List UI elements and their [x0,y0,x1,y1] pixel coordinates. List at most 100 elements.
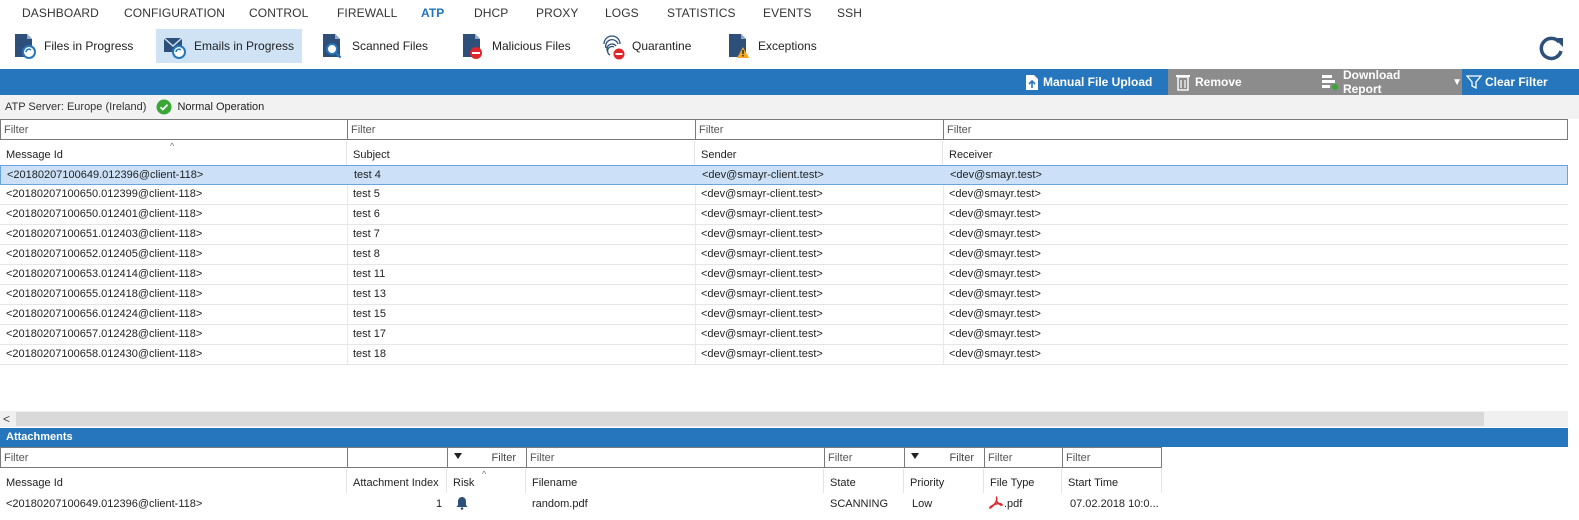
att-filter-file-type-input[interactable] [984,447,1062,468]
filter-message-id-input[interactable] [0,119,347,140]
table-row[interactable]: <20180207100657.012428@client-118> test … [0,325,1568,345]
column-header-sender[interactable]: Sender [695,141,943,165]
att-filter-start-time-input[interactable] [1062,447,1162,468]
scanned-files-button[interactable]: Scanned Files [308,29,438,63]
remove-button[interactable]: Remove [1168,69,1308,95]
column-header-message-id[interactable]: ^ Message Id [0,141,347,165]
att-filter-risk-dropdown[interactable]: Filter [447,447,526,468]
subject-cell: test 15 [353,308,387,320]
table-row[interactable]: <20180207100649.012396@client-118> test … [0,165,1568,185]
malicious-files-label: Malicious Files [492,39,571,53]
filter-row [0,119,1568,141]
receiver-cell: <dev@smayr.test> [949,228,1041,240]
emails-in-progress-button[interactable]: Emails in Progress [156,29,302,63]
scanned-files-icon [320,32,346,60]
filter-sender-input[interactable] [695,119,943,140]
column-header-label: Priority [910,477,945,489]
table-row[interactable]: <20180207100653.012414@client-118> test … [0,265,1568,285]
nav-ssh[interactable]: SSH [837,6,862,20]
nav-statistics[interactable]: STATISTICS [667,6,736,20]
att-filter-priority-dropdown[interactable]: Filter [904,447,984,468]
table-row[interactable]: <20180207100652.012405@client-118> test … [0,245,1568,265]
remove-label: Remove [1195,75,1242,89]
att-filter-message-id-input[interactable] [0,447,347,468]
column-header-label: Sender [701,149,737,161]
quarantine-button[interactable]: Quarantine [588,29,708,63]
att-column-start-time[interactable]: Start Time [1062,469,1162,493]
att-column-file-type[interactable]: File Type [984,469,1062,493]
sender-cell: <dev@smayr-client.test> [701,308,823,320]
sender-cell: <dev@smayr-client.test> [701,348,823,360]
sender-cell: <dev@smayr-client.test> [701,328,823,340]
scrollbar-thumb[interactable] [16,412,1484,426]
scanned-files-label: Scanned Files [352,39,429,53]
chevron-down-icon[interactable]: ▼ [1452,77,1462,88]
nav-dhcp[interactable]: DHCP [474,6,508,20]
table-row[interactable]: <20180207100656.012424@client-118> test … [0,305,1568,325]
message-id-cell: <20180207100650.012401@client-118> [6,208,203,220]
att-column-state[interactable]: State [824,469,904,493]
subject-cell: test 11 [353,268,386,280]
column-header-label: Message Id [6,477,63,489]
table-row[interactable]: <20180207100650.012399@client-118> test … [0,185,1568,205]
att-filter-index-input[interactable] [347,447,447,468]
message-id-cell: <20180207100651.012403@client-118> [6,228,203,240]
clear-filter-button[interactable]: Clear Filter [1466,69,1566,95]
table-row[interactable]: <20180207100655.012418@client-118> test … [0,285,1568,305]
receiver-cell: <dev@smayr.test> [949,268,1041,280]
nav-events[interactable]: EVENTS [763,6,812,20]
nav-control[interactable]: CONTROL [249,6,308,20]
subject-cell: test 7 [353,228,380,240]
risk-pending-icon [456,496,468,513]
table-row[interactable]: <20180207100650.012401@client-118> test … [0,205,1568,225]
column-header-subject[interactable]: Subject [347,141,695,165]
filter-receiver-input[interactable] [943,119,1568,140]
att-filter-filename-input[interactable] [526,447,824,468]
refresh-icon[interactable] [1537,33,1567,63]
manual-file-upload-button[interactable]: Manual File Upload [1024,69,1166,95]
sender-cell: <dev@smayr-client.test> [701,228,823,240]
report-icon [1321,75,1338,90]
attachment-row[interactable]: <20180207100649.012396@client-118> 1 ran… [0,493,1162,515]
sender-cell: <dev@smayr-client.test> [701,288,823,300]
message-id-cell: <20180207100650.012399@client-118> [6,188,203,200]
subject-cell: test 13 [353,288,387,300]
horizontal-scrollbar[interactable]: < [0,411,1568,427]
download-report-button[interactable]: Download Report ▼ [1308,68,1462,96]
upload-icon [1026,75,1038,90]
nav-logs[interactable]: LOGS [605,6,639,20]
nav-dashboard[interactable]: DASHBOARD [22,6,99,20]
column-header-label: State [830,477,856,489]
att-file-type-cell: .pdf [1004,498,1023,510]
att-filter-state-input[interactable] [824,447,904,468]
att-column-message-id[interactable]: Message Id [0,469,347,493]
emails-in-progress-label: Emails in Progress [194,39,295,53]
attachments-column-header-row: Message Id Attachment Index ^ Risk Filen… [0,469,1162,493]
nav-firewall[interactable]: FIREWALL [337,6,397,20]
message-id-cell: <20180207100658.012430@client-118> [6,348,203,360]
att-column-risk[interactable]: ^ Risk [447,469,526,493]
files-in-progress-button[interactable]: Files in Progress [0,29,150,63]
subject-cell: test 18 [353,348,387,360]
att-column-attachment-index[interactable]: Attachment Index [347,469,447,493]
column-header-label: Start Time [1068,477,1119,489]
message-id-cell: <20180207100653.012414@client-118> [6,268,203,280]
exceptions-button[interactable]: Exceptions [714,29,824,63]
receiver-cell: <dev@smayr.test> [949,348,1041,360]
scroll-left-icon[interactable]: < [3,412,10,426]
nav-atp[interactable]: ATP [421,6,444,20]
att-column-priority[interactable]: Priority [904,469,984,493]
att-column-filename[interactable]: Filename [526,469,824,493]
message-id-cell: <20180207100657.012428@client-118> [6,328,203,340]
column-header-label: File Type [990,477,1035,489]
table-row[interactable]: <20180207100651.012403@client-118> test … [0,225,1568,245]
table-row[interactable]: <20180207100658.012430@client-118> test … [0,345,1568,365]
operation-status: Normal Operation [177,101,265,113]
nav-proxy[interactable]: PROXY [536,6,579,20]
malicious-files-icon [460,32,486,60]
filter-subject-input[interactable] [347,119,695,140]
column-header-receiver[interactable]: Receiver [943,141,1568,165]
emails-progress-icon [162,32,188,60]
malicious-files-button[interactable]: Malicious Files [448,29,578,63]
nav-configuration[interactable]: CONFIGURATION [124,6,225,20]
